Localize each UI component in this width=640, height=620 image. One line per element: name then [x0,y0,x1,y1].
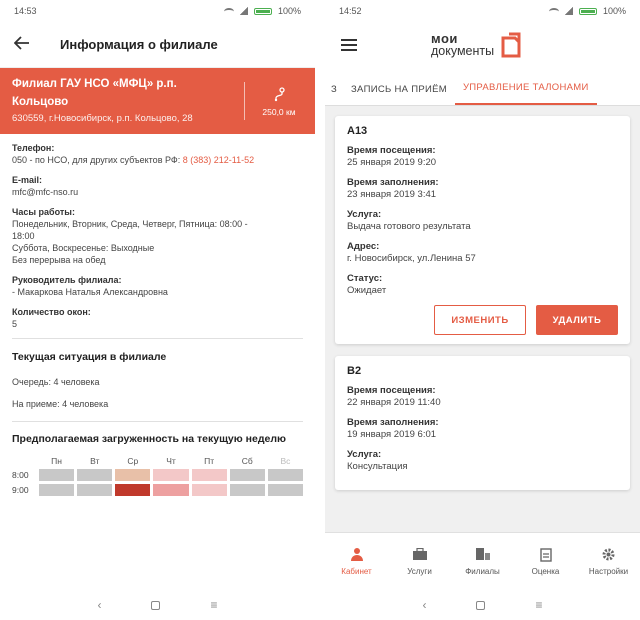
hours-field: Часы работы: Понедельник, Вторник, Среда… [12,207,248,265]
time-label: 9:00 [12,485,29,495]
logo-mark-icon [500,32,522,58]
recents-nav-icon[interactable]: ≡ [535,598,542,612]
load-cell [39,484,75,496]
status-time: 14:53 [14,6,37,16]
day-label: Ср [127,456,139,466]
signal-icon [564,7,573,15]
nav-rating[interactable]: Оценка [514,533,577,590]
day-label: Пт [204,456,215,466]
day-label: Сб [241,456,253,466]
email-field: E-mail: mfc@mfc-nso.ru [12,174,303,198]
battery-level: 100% [277,6,301,16]
system-nav-bar: ‹ ≡ [0,590,315,620]
tickets-screen: 14:52 100% мои документы З ЗАПИСЬ НА ПРИ… [325,0,640,620]
ticket-card: В2 Время посещения: 22 января 2019 11:40… [335,356,630,490]
load-cell [229,484,265,496]
home-nav-icon[interactable] [476,600,486,610]
hamburger-menu-icon[interactable] [341,39,357,51]
current-situation: Текущая ситуация в филиале Очередь: 4 че… [0,339,315,422]
tab-partial[interactable]: З [325,84,343,105]
load-cell [153,484,189,496]
status-bar: 14:53 100% [0,0,315,22]
branch-header: Филиал ГАУ НСО «МФЦ» р.п. Кольцово 63055… [0,68,315,134]
ticket-status: Ожидает [347,285,387,296]
day-label: Вт [90,456,100,466]
queue-count: Очередь: 4 человека [12,377,100,387]
nav-branches[interactable]: Филиалы [451,533,514,590]
briefcase-icon [412,547,428,561]
tab-manage-tickets[interactable]: УПРАВЛЕНИЕ ТАЛОНАМИ [454,82,597,105]
gear-icon [601,547,617,561]
ticket-number: В2 [347,365,362,377]
page-title: Информация о филиале [60,37,218,52]
building-icon [475,547,491,561]
load-cell [77,469,113,481]
home-nav-icon[interactable] [151,600,161,610]
app-bar: мои документы [325,22,640,68]
branch-name: Филиал ГАУ НСО «МФЦ» р.п. Кольцово [12,78,177,108]
recents-nav-icon[interactable]: ≡ [210,598,217,612]
load-cell [229,469,265,481]
windows-count-field: Количество окон: 5 [12,307,91,329]
battery-icon [253,7,272,15]
battery-level: 100% [602,6,626,16]
time-label: 8:00 [12,470,29,480]
load-cell [115,469,151,481]
load-heatmap: Пн Вт Ср Чт Пт Сб Вс 8:00 9:00 [12,456,303,496]
status-time: 14:52 [339,6,362,16]
back-nav-icon[interactable]: ‹ [97,598,101,612]
nav-settings[interactable]: Настройки [577,533,640,590]
signal-icon [239,7,248,15]
branch-info-screen: 14:53 100% Информация о филиале Филиал Г… [0,0,315,620]
clipboard-icon [538,547,554,562]
load-cell [153,469,189,481]
phone-link[interactable]: 8 (383) 212-11-52 [183,155,254,165]
delete-button[interactable]: УДАЛИТЬ [536,305,618,335]
edit-button[interactable]: ИЗМЕНИТЬ [434,305,526,335]
weekly-load: Предполагаемая загруженность на текущую … [0,422,315,496]
battery-icon [578,7,597,15]
bottom-navigation: Кабинет Услуги Филиалы Оценка Настройки [325,532,640,590]
branch-details: Телефон: 050 - по НСО, для других субъек… [0,134,315,339]
app-bar: Информация о филиале [0,22,315,68]
manager-field: Руководитель филиала: - Макаркова Наталь… [12,275,168,297]
back-arrow-icon[interactable] [13,34,44,55]
back-nav-icon[interactable]: ‹ [422,598,426,612]
day-label: Вс [280,456,291,466]
wifi-icon [223,7,234,15]
load-cell [115,484,151,496]
user-icon [349,547,365,561]
distance: 250,0 км [262,106,296,117]
route-button[interactable]: 250,0 км [255,86,303,117]
load-cell [39,469,75,481]
ticket-number: А13 [347,125,368,137]
nav-cabinet[interactable]: Кабинет [325,533,388,590]
divider [244,82,245,120]
nav-services[interactable]: Услуги [388,533,451,590]
load-cell [191,469,227,481]
load-cell [267,484,303,496]
load-cell [267,469,303,481]
phone-field: Телефон: 050 - по НСО, для других субъек… [12,143,255,165]
logo: мои документы [431,32,522,58]
ticket-list: А13 Время посещения: 25 января 2019 9:20… [325,106,640,532]
wifi-icon [548,7,559,15]
load-cell [191,484,227,496]
email-value[interactable]: mfc@mfc-nso.ru [12,186,303,198]
day-label: Чт [166,456,176,466]
tab-bar: З ЗАПИСЬ НА ПРИЁМ УПРАВЛЕНИЕ ТАЛОНАМИ [325,68,640,106]
day-label: Пн [51,456,62,466]
ticket-card: А13 Время посещения: 25 января 2019 9:20… [335,116,630,344]
system-nav-bar: ‹ ≡ [325,590,640,620]
tab-appointment[interactable]: ЗАПИСЬ НА ПРИЁМ [343,84,455,105]
reception-count: На приеме: 4 человека [12,399,109,409]
status-bar: 14:52 100% [325,0,640,22]
route-icon [255,86,303,107]
branch-address: 630559, г.Новосибирск, р.п. Кольцово, 28 [12,113,193,124]
load-cell [77,484,113,496]
